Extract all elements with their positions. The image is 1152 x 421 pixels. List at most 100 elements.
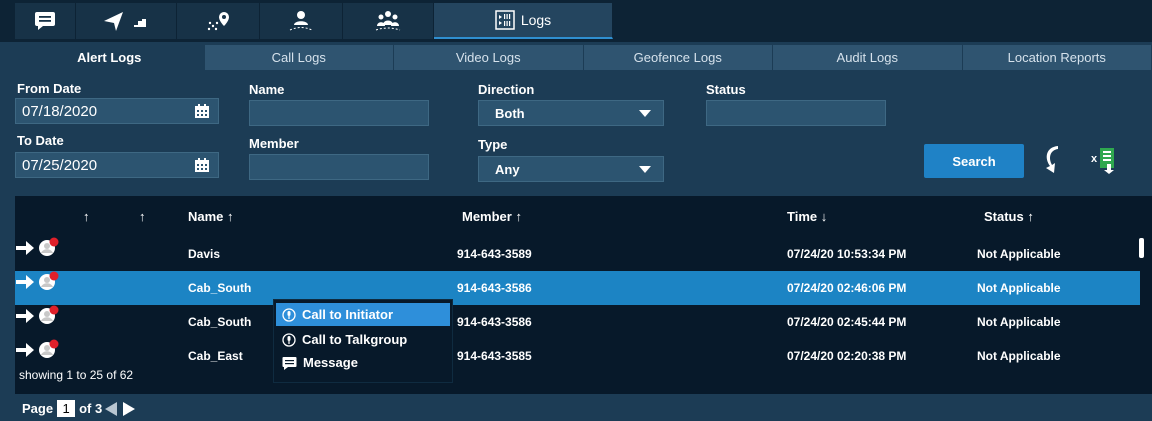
from-date-value: 07/18/2020 <box>22 102 98 120</box>
next-page-icon[interactable] <box>122 401 136 417</box>
tab-navigation[interactable] <box>76 3 177 39</box>
tab-alert-logs[interactable]: Alert Logs <box>15 45 205 70</box>
member-input[interactable] <box>249 154 429 180</box>
to-date-value: 07/25/2020 <box>22 156 98 174</box>
row-context-menu: Call to Initiator Call to Talkgroup Mess… <box>273 299 453 383</box>
calendar-icon[interactable] <box>194 103 210 119</box>
row-name: Cab_East <box>188 349 243 363</box>
arrow-right-icon[interactable] <box>15 307 35 325</box>
direction-select[interactable]: Both <box>478 100 664 126</box>
alert-avatar-icon[interactable] <box>38 339 60 359</box>
top-toolbar: Logs <box>0 0 1152 42</box>
alert-avatar-icon[interactable] <box>38 305 60 325</box>
member-column-header[interactable]: Member ↑ <box>462 209 522 224</box>
arrow-right-icon[interactable] <box>15 341 35 359</box>
row-member: 914-643-3586 <box>457 281 532 295</box>
row-time: 07/24/20 10:53:34 PM <box>787 247 907 261</box>
type-select[interactable]: Any <box>478 156 664 182</box>
row-time: 07/24/20 02:46:06 PM <box>787 281 907 295</box>
to-date-label: To Date <box>17 133 64 148</box>
name-input[interactable] <box>249 100 429 126</box>
member-label: Member <box>249 136 299 151</box>
row-member: 914-643-3585 <box>457 349 532 363</box>
row-time: 07/24/20 02:20:38 PM <box>787 349 907 363</box>
from-date-label: From Date <box>17 81 82 96</box>
row-status: Not Applicable <box>977 349 1061 363</box>
menu-item-label: Call to Talkgroup <box>302 332 408 347</box>
tab-video-logs[interactable]: Video Logs <box>394 45 584 70</box>
direction-value: Both <box>495 105 525 121</box>
message-icon <box>282 356 297 370</box>
page-number-input[interactable]: 1 <box>57 400 76 417</box>
row-name: Cab_South <box>188 281 252 295</box>
tab-member-location[interactable] <box>260 3 343 39</box>
sort-col1-header[interactable]: ↑ <box>83 209 90 224</box>
time-column-header[interactable]: Time ↓ <box>787 209 827 224</box>
tab-geofence[interactable] <box>177 3 260 39</box>
chevron-down-icon <box>639 110 651 117</box>
row-status: Not Applicable <box>977 281 1061 295</box>
group-icon <box>375 11 401 31</box>
status-label: Status <box>706 82 746 97</box>
alert-avatar-icon[interactable] <box>38 271 60 291</box>
geofence-icon <box>207 12 229 31</box>
microphone-icon <box>282 332 296 347</box>
tab-messages[interactable] <box>15 3 76 39</box>
tab-location-reports[interactable]: Location Reports <box>962 45 1152 70</box>
page-total-label: of 3 <box>79 401 103 416</box>
menu-item-label: Call to Initiator <box>302 307 393 322</box>
chat-icon <box>35 12 55 30</box>
table-row[interactable]: Cab_East 914-643-3585 07/24/20 02:20:38 … <box>15 339 1140 373</box>
prev-page-icon[interactable] <box>104 401 118 417</box>
table-row[interactable]: Davis 914-643-3589 07/24/20 10:53:34 PM … <box>15 237 1140 271</box>
log-type-tabs: Alert Logs Call Logs Video Logs Geofence… <box>15 45 1152 70</box>
sort-col2-header[interactable]: ↑ <box>139 209 146 224</box>
row-status: Not Applicable <box>977 315 1061 329</box>
search-button[interactable]: Search <box>924 144 1024 178</box>
navigation-icon <box>104 12 146 31</box>
alert-avatar-icon[interactable] <box>38 237 60 257</box>
chevron-down-icon <box>639 166 651 173</box>
row-member: 914-643-3589 <box>457 247 532 261</box>
logs-icon <box>495 10 515 30</box>
menu-message[interactable]: Message <box>276 351 450 374</box>
row-name: Davis <box>188 247 221 261</box>
row-name: Cab_South <box>188 315 252 329</box>
menu-item-label: Message <box>303 355 358 370</box>
table-scrollbar[interactable] <box>1139 238 1144 258</box>
tab-geofence-logs[interactable]: Geofence Logs <box>583 45 773 70</box>
menu-call-to-talkgroup[interactable]: Call to Talkgroup <box>276 328 450 351</box>
excel-export-icon[interactable]: x <box>1090 146 1118 174</box>
page-label: Page <box>22 401 54 416</box>
svg-text:x: x <box>1091 153 1098 165</box>
direction-label: Direction <box>478 82 535 97</box>
tab-group[interactable] <box>343 3 434 39</box>
calendar-icon[interactable] <box>194 157 210 173</box>
name-column-header[interactable]: Name ↑ <box>188 209 234 224</box>
arrow-right-icon[interactable] <box>15 239 35 257</box>
row-member: 914-643-3586 <box>457 315 532 329</box>
to-date-field[interactable]: 07/25/2020 <box>15 152 219 178</box>
name-label: Name <box>249 82 285 97</box>
table-row-selected[interactable]: Cab_South 914-643-3586 07/24/20 02:46:06… <box>15 271 1140 305</box>
tab-logs[interactable]: Logs <box>434 3 613 39</box>
arrow-right-icon[interactable] <box>15 273 35 291</box>
status-input[interactable] <box>706 100 886 126</box>
reset-icon[interactable] <box>1040 144 1066 174</box>
alert-logs-table: ↑ ↑ Name ↑ Member ↑ Time ↓ Status ↑ Davi… <box>15 196 1152 394</box>
record-count: showing 1 to 25 of 62 <box>19 368 134 382</box>
pagination: Page 1 of 3 <box>22 400 136 417</box>
menu-call-to-initiator[interactable]: Call to Initiator <box>276 303 450 326</box>
tab-logs-label: Logs <box>520 12 552 28</box>
row-time: 07/24/20 02:45:44 PM <box>787 315 907 329</box>
status-column-header[interactable]: Status ↑ <box>984 209 1034 224</box>
member-location-icon <box>289 11 313 31</box>
tab-call-logs[interactable]: Call Logs <box>204 45 394 70</box>
type-value: Any <box>495 161 520 177</box>
table-row[interactable]: Cab_South 914-643-3586 07/24/20 02:45:44… <box>15 305 1140 339</box>
tab-audit-logs[interactable]: Audit Logs <box>773 45 963 70</box>
row-status: Not Applicable <box>977 247 1061 261</box>
from-date-field[interactable]: 07/18/2020 <box>15 98 219 124</box>
microphone-icon <box>282 307 296 322</box>
type-label: Type <box>478 137 508 152</box>
